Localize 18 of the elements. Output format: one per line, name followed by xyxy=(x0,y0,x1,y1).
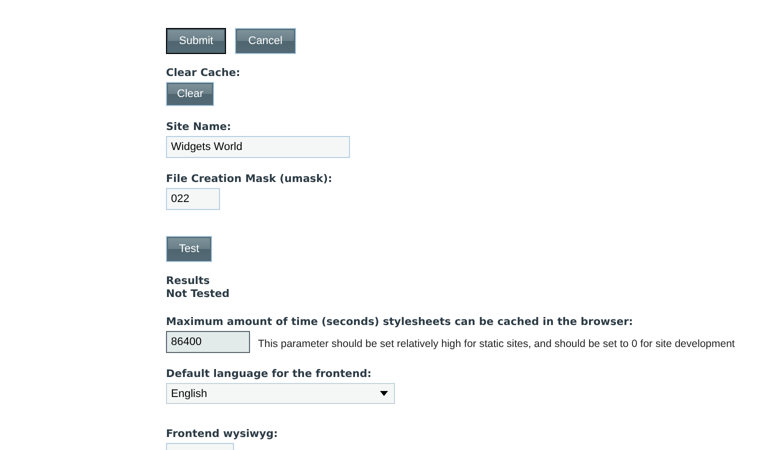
field-label: Frontend wysiwyg: xyxy=(166,428,279,441)
cancel-button[interactable]: Cancel xyxy=(235,28,296,54)
text-field[interactable]: 022 xyxy=(166,188,220,210)
clear-button[interactable]: Clear xyxy=(166,82,214,106)
field-label: Clear Cache: xyxy=(166,67,242,80)
submit-button[interactable]: Submit xyxy=(166,28,226,54)
text-field[interactable]: Widgets World xyxy=(166,136,350,158)
hint-text: This parameter should be set relatively high for static sites, and should be set to 0 for site development xyxy=(258,338,735,350)
caret-icon xyxy=(380,391,388,396)
test-button[interactable]: Test xyxy=(166,236,212,262)
result-text: Not Tested xyxy=(166,288,230,301)
field-label: Default language for the frontend: xyxy=(166,368,372,381)
field-label: Maximum amount of time (seconds) stylesheets can be cached in the browser: xyxy=(166,316,634,329)
field-label: Site Name: xyxy=(166,121,232,134)
text-field[interactable]: 86400 xyxy=(166,331,250,353)
result-text: Results xyxy=(166,275,211,288)
field-label: File Creation Mask (umask): xyxy=(166,173,334,186)
language-dropdown[interactable]: English xyxy=(166,383,395,404)
